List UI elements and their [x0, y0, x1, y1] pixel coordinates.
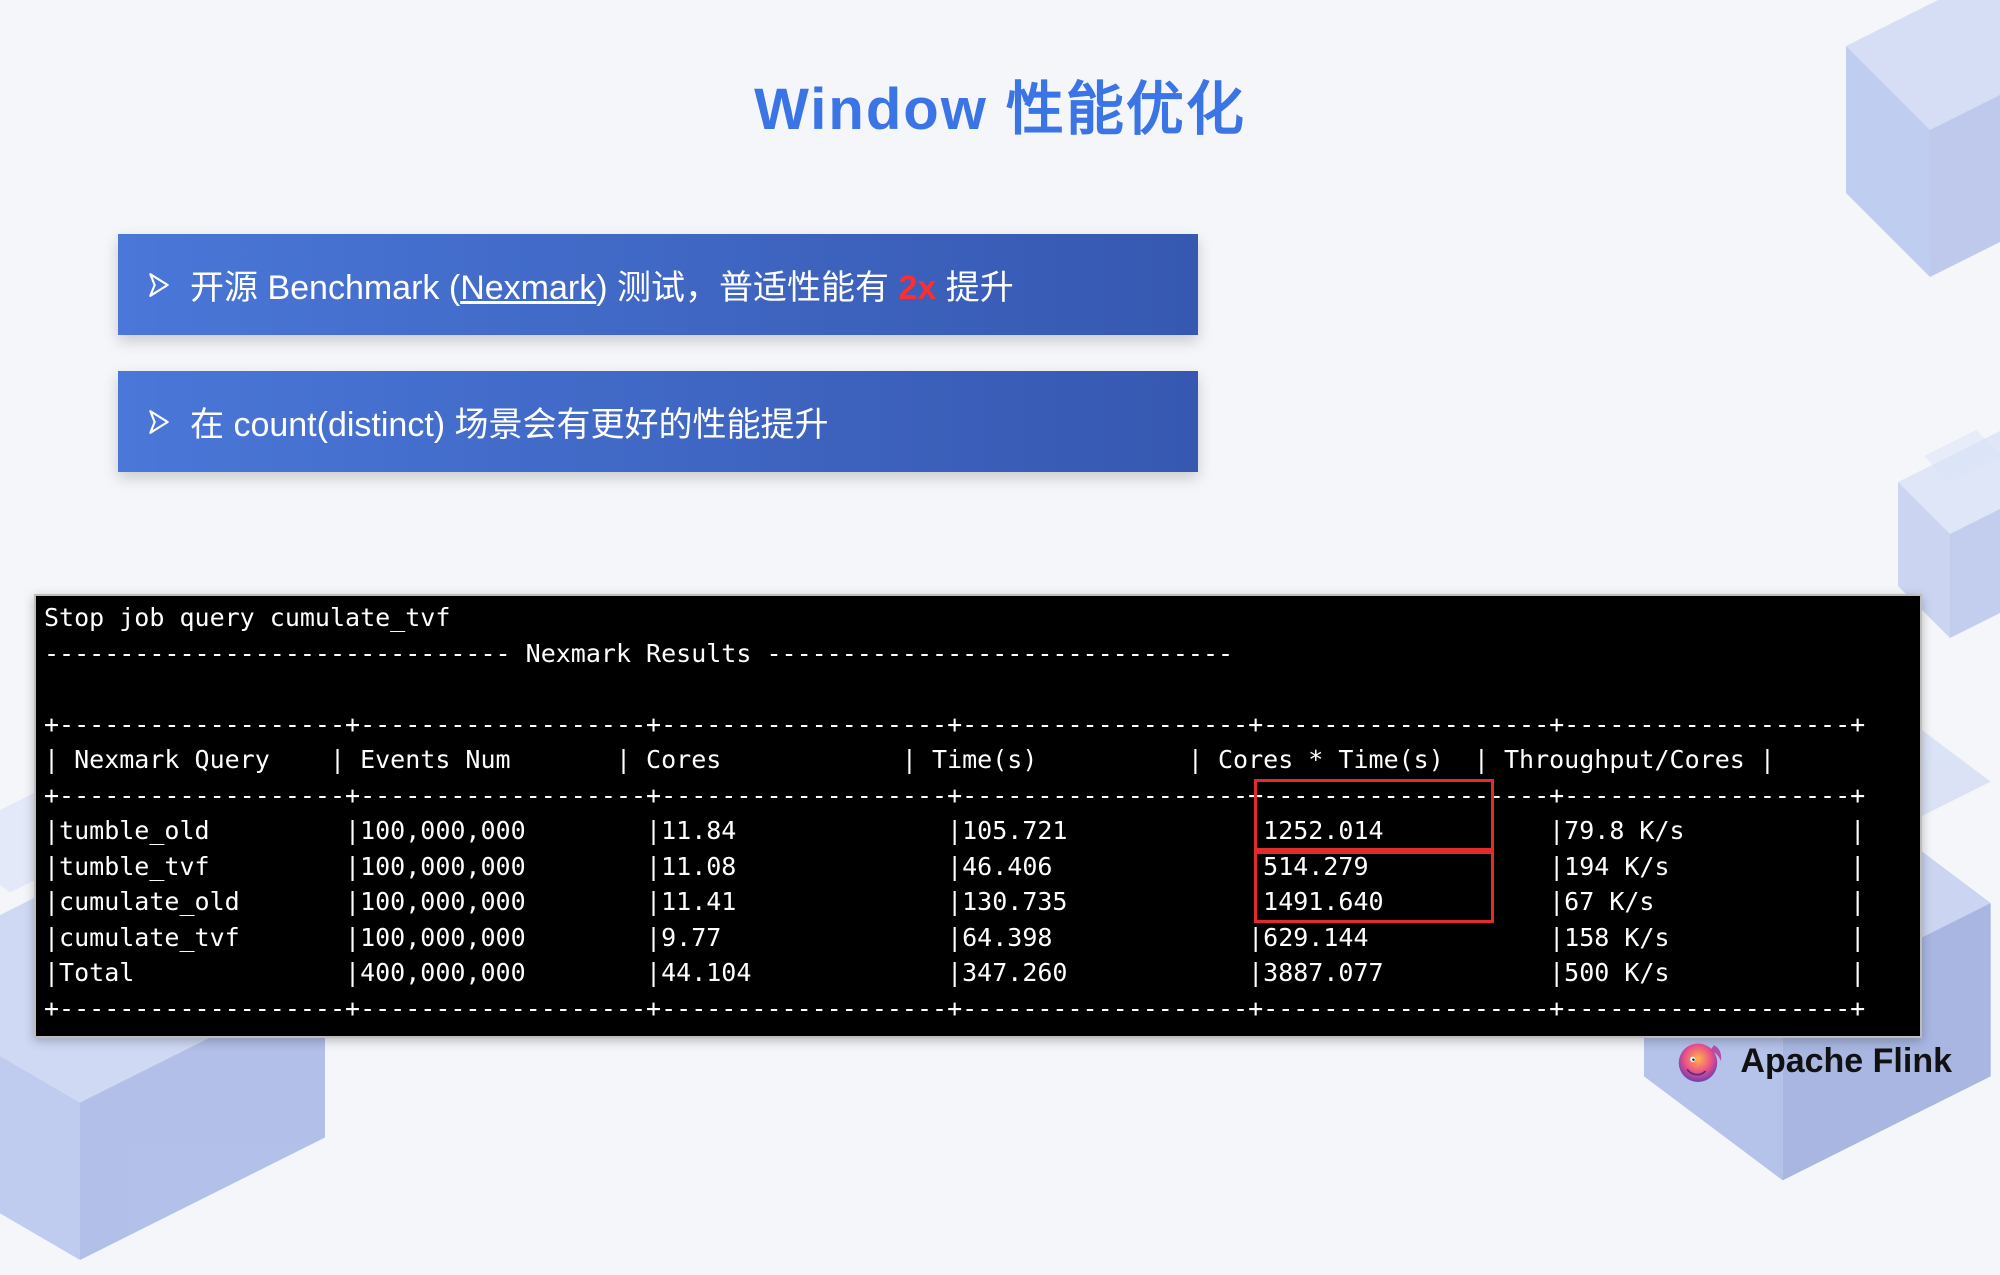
chevron-icon [146, 409, 172, 435]
apache-flink-logo: Apache Flink [1670, 1033, 1952, 1089]
chevron-icon [146, 272, 172, 298]
highlight-box-2 [1254, 851, 1494, 923]
bullet-2: 在 count(distinct) 场景会有更好的性能提升 [118, 371, 1198, 472]
bullet-1: 开源 Benchmark (Nexmark) 测试，普适性能有 2x 提升 [118, 234, 1198, 335]
bullet-1-text: 开源 Benchmark (Nexmark) 测试，普适性能有 2x 提升 [190, 260, 1014, 309]
flink-squirrel-icon [1670, 1033, 1726, 1089]
terminal-output: Stop job query cumulate_tvf ------------… [34, 594, 1922, 1038]
nexmark-link[interactable]: Nexmark [460, 269, 596, 307]
highlight-box-1 [1254, 779, 1494, 851]
logo-text: Apache Flink [1740, 1042, 1952, 1081]
slide-title: Window 性能优化 [0, 0, 2000, 146]
bullet-2-text: 在 count(distinct) 场景会有更好的性能提升 [190, 397, 829, 446]
